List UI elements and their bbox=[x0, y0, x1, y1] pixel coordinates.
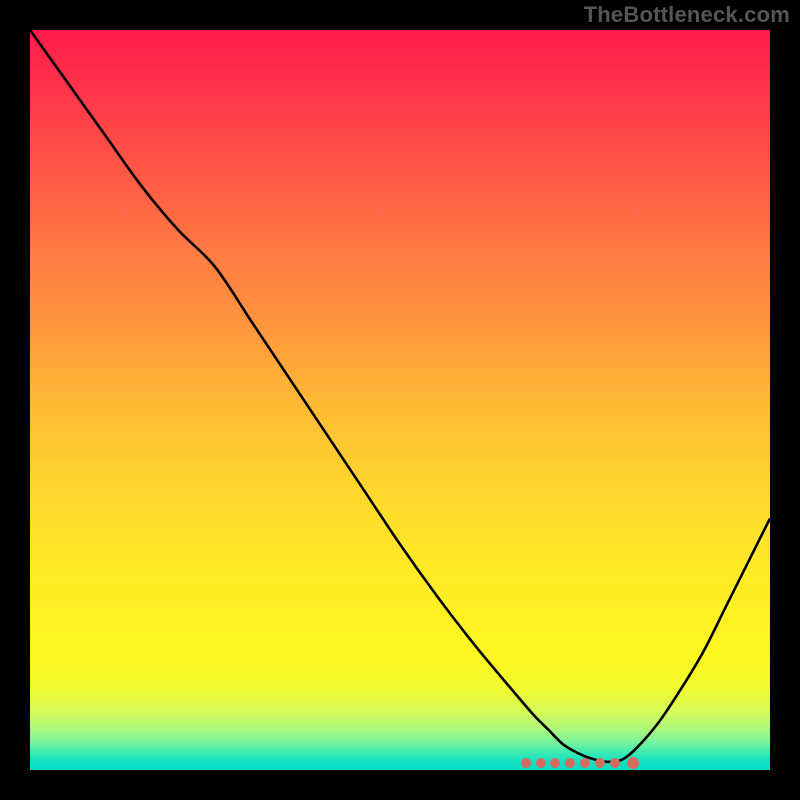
bottleneck-curve bbox=[30, 30, 770, 770]
watermark-text: TheBottleneck.com bbox=[584, 2, 790, 28]
chart-frame: TheBottleneck.com bbox=[0, 0, 800, 800]
plot-area bbox=[30, 30, 770, 770]
curve-path bbox=[30, 30, 770, 762]
